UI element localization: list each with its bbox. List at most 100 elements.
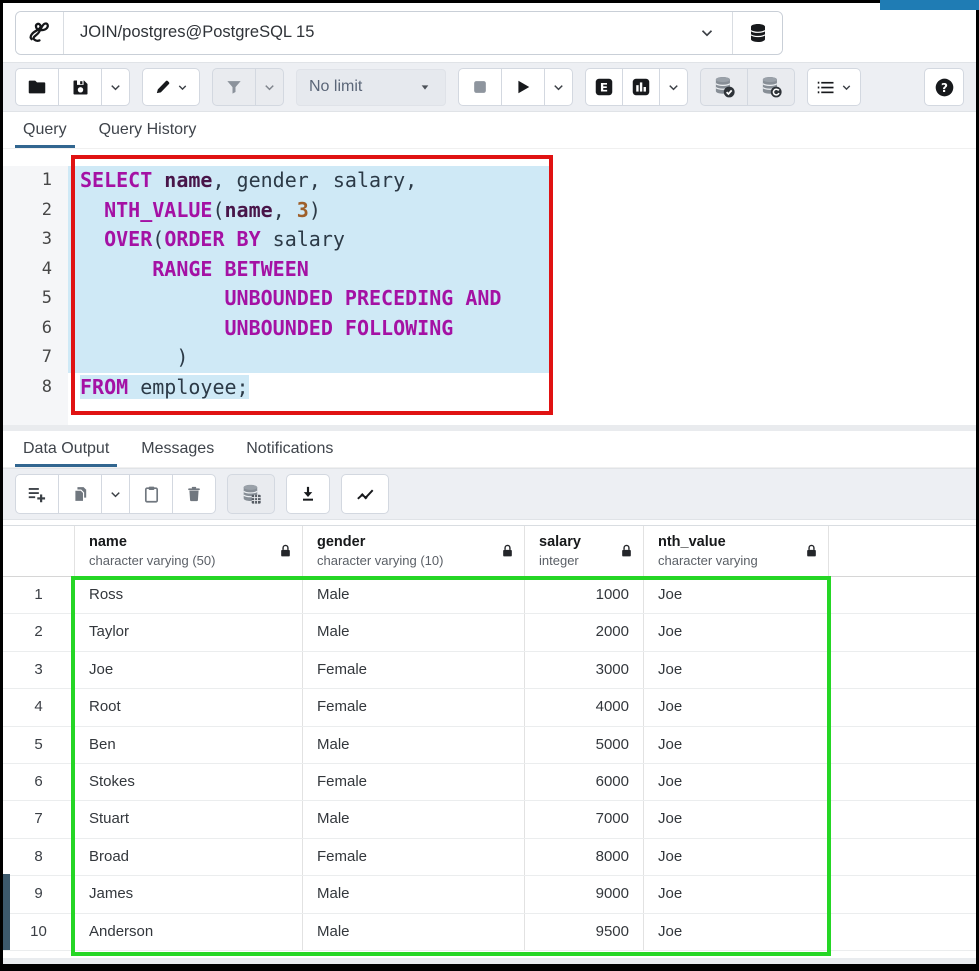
execute-button[interactable] <box>501 68 545 106</box>
cell-name[interactable]: Root <box>75 689 303 725</box>
connection-status-button[interactable] <box>16 12 64 54</box>
row-number[interactable]: 5 <box>3 727 75 763</box>
cell-nth_value[interactable]: Joe <box>644 801 829 837</box>
paste-button[interactable] <box>129 474 173 514</box>
cell-salary[interactable]: 4000 <box>525 689 644 725</box>
column-header-nth_value[interactable]: nth_valuecharacter varying <box>644 526 829 576</box>
explain-analyze-button[interactable] <box>622 68 660 106</box>
cell-salary[interactable]: 2000 <box>525 614 644 650</box>
connection-select[interactable]: JOIN/postgres@PostgreSQL 15 <box>64 12 732 54</box>
tab-query-history[interactable]: Query History <box>99 112 197 148</box>
save-button[interactable] <box>58 68 102 106</box>
cell-name[interactable]: Taylor <box>75 614 303 650</box>
column-header-salary[interactable]: salaryinteger <box>525 526 644 576</box>
row-number[interactable]: 4 <box>3 689 75 725</box>
cell-nth_value[interactable]: Joe <box>644 577 829 613</box>
scroll-indicator[interactable] <box>3 874 10 950</box>
cell-salary[interactable]: 7000 <box>525 801 644 837</box>
help-button[interactable]: ? <box>924 68 964 106</box>
tab-notifications[interactable]: Notifications <box>246 431 333 467</box>
cell-salary[interactable]: 3000 <box>525 652 644 688</box>
cell-name[interactable]: Ross <box>75 577 303 613</box>
cell-nth_value[interactable]: Joe <box>644 689 829 725</box>
delete-row-button[interactable] <box>172 474 216 514</box>
cell-name[interactable]: Joe <box>75 652 303 688</box>
cell-salary[interactable]: 5000 <box>525 727 644 763</box>
filter-options-chevron[interactable] <box>255 68 284 106</box>
cell-name[interactable]: Anderson <box>75 914 303 950</box>
tab-query[interactable]: Query <box>23 112 67 148</box>
cell-nth_value[interactable]: Joe <box>644 914 829 950</box>
copy-options-chevron[interactable] <box>101 474 130 514</box>
edit-button[interactable] <box>142 68 200 106</box>
row-number[interactable]: 1 <box>3 577 75 613</box>
cell-salary[interactable]: 9000 <box>525 876 644 912</box>
cell-nth_value[interactable]: Joe <box>644 652 829 688</box>
cell-nth_value[interactable]: Joe <box>644 839 829 875</box>
download-button[interactable] <box>286 474 330 514</box>
execute-options-chevron[interactable] <box>544 68 573 106</box>
cell-name[interactable]: James <box>75 876 303 912</box>
save-options-chevron[interactable] <box>101 68 130 106</box>
open-file-button[interactable] <box>15 68 59 106</box>
code-line[interactable]: SELECT name, gender, salary, <box>68 166 976 196</box>
row-number[interactable]: 6 <box>3 764 75 800</box>
sql-editor[interactable]: 12345678 SELECT name, gender, salary, NT… <box>3 149 976 425</box>
cell-nth_value[interactable]: Joe <box>644 727 829 763</box>
column-header-gender[interactable]: gendercharacter varying (10) <box>303 526 525 576</box>
code-line[interactable]: OVER(ORDER BY salary <box>68 225 976 255</box>
cell-gender[interactable]: Female <box>303 652 525 688</box>
cell-name[interactable]: Broad <box>75 839 303 875</box>
cell-salary[interactable]: 6000 <box>525 764 644 800</box>
row-number[interactable]: 7 <box>3 801 75 837</box>
code-line[interactable]: UNBOUNDED FOLLOWING <box>68 314 976 344</box>
explain-button[interactable]: E <box>585 68 623 106</box>
cell-salary[interactable]: 9500 <box>525 914 644 950</box>
tab-messages[interactable]: Messages <box>141 431 214 467</box>
cell-gender[interactable]: Female <box>303 689 525 725</box>
row-number-header[interactable] <box>3 526 75 576</box>
cell-gender[interactable]: Male <box>303 577 525 613</box>
cell-gender[interactable]: Male <box>303 914 525 950</box>
rollback-button[interactable] <box>747 68 795 106</box>
cell-nth_value[interactable]: Joe <box>644 764 829 800</box>
analyze-chart-icon <box>630 76 652 98</box>
row-number[interactable]: 9 <box>3 876 75 912</box>
cell-gender[interactable]: Female <box>303 764 525 800</box>
cell-salary[interactable]: 1000 <box>525 577 644 613</box>
filter-button[interactable] <box>212 68 256 106</box>
row-number[interactable]: 3 <box>3 652 75 688</box>
graph-visualiser-button[interactable] <box>341 474 389 514</box>
cell-name[interactable]: Stuart <box>75 801 303 837</box>
copy-button[interactable] <box>58 474 102 514</box>
row-number[interactable]: 8 <box>3 839 75 875</box>
cell-gender[interactable]: Male <box>303 876 525 912</box>
commit-button[interactable] <box>700 68 748 106</box>
tab-data-output[interactable]: Data Output <box>23 431 109 467</box>
cell-gender[interactable]: Male <box>303 614 525 650</box>
code-line[interactable]: RANGE BETWEEN <box>68 255 976 285</box>
cell-name[interactable]: Stokes <box>75 764 303 800</box>
code-area[interactable]: SELECT name, gender, salary, NTH_VALUE(n… <box>68 166 976 425</box>
cell-gender[interactable]: Male <box>303 801 525 837</box>
code-line[interactable]: ) <box>68 343 976 373</box>
save-data-changes-button[interactable] <box>227 474 275 514</box>
cell-gender[interactable]: Female <box>303 839 525 875</box>
code-line[interactable]: UNBOUNDED PRECEDING AND <box>68 284 976 314</box>
cell-salary[interactable]: 8000 <box>525 839 644 875</box>
cancel-query-button[interactable] <box>458 68 502 106</box>
explain-options-chevron[interactable] <box>659 68 688 106</box>
row-number[interactable]: 2 <box>3 614 75 650</box>
code-line[interactable]: FROM employee; <box>68 373 976 403</box>
macros-button[interactable] <box>807 68 861 106</box>
code-line[interactable]: NTH_VALUE(name, 3) <box>68 196 976 226</box>
cell-name[interactable]: Ben <box>75 727 303 763</box>
new-connection-button[interactable] <box>732 12 782 54</box>
cell-nth_value[interactable]: Joe <box>644 614 829 650</box>
add-row-button[interactable] <box>15 474 59 514</box>
cell-gender[interactable]: Male <box>303 727 525 763</box>
row-number[interactable]: 10 <box>3 914 75 950</box>
column-header-name[interactable]: namecharacter varying (50) <box>75 526 303 576</box>
row-limit-select[interactable]: No limit <box>296 69 446 106</box>
cell-nth_value[interactable]: Joe <box>644 876 829 912</box>
